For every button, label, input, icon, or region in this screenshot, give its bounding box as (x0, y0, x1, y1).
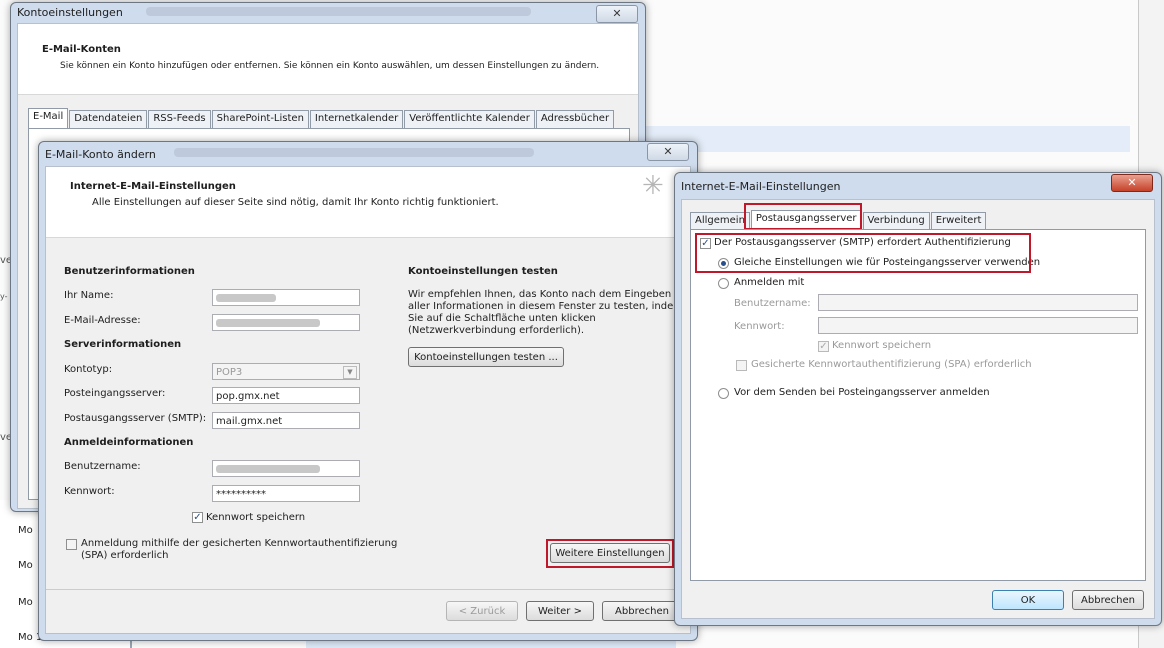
tab-sharepoint-listen[interactable]: SharePoint-Listen (211, 110, 309, 128)
divider (46, 589, 690, 590)
close-icon: ✕ (612, 7, 622, 20)
ok-button[interactable]: OK (992, 590, 1064, 610)
window-title-blurred (146, 7, 531, 16)
list-item[interactable]: Mo (18, 560, 33, 571)
account-type-select[interactable]: POP3 ▼ (212, 363, 360, 380)
incoming-server-value: pop.gmx.net (216, 391, 280, 402)
label-email: E-Mail-Adresse: (64, 315, 141, 326)
page-subheading: Alle Einstellungen auf dieser Seite sind… (92, 197, 499, 208)
highlight-box (744, 203, 862, 230)
wizard-wand-icon: ✳ (642, 171, 664, 201)
highlight-box (546, 539, 674, 568)
login-before-send-label: Vor dem Senden bei Posteingangsserver an… (734, 387, 990, 398)
section-server-info: Serverinformationen (64, 339, 182, 350)
remember-password-checkbox[interactable]: ✓ (192, 512, 203, 523)
login-with-label: Anmelden mit (734, 277, 805, 288)
close-button[interactable]: ✕ (1111, 174, 1153, 192)
background-selection-band (640, 126, 1130, 152)
close-icon: ✕ (1127, 176, 1137, 189)
section-heading: E-Mail-Konten (42, 44, 121, 55)
tab-rss-feeds[interactable]: RSS-Feeds (148, 110, 211, 128)
label-password: Kennwort: (64, 486, 115, 497)
account-type-value: POP3 (216, 367, 243, 378)
section-test-settings: Kontoeinstellungen testen (408, 266, 558, 277)
remember-password-checkbox[interactable]: ✓ (818, 341, 829, 352)
cancel-button[interactable]: Abbrechen (602, 601, 682, 621)
checkmark-icon: ✓ (193, 512, 202, 523)
outgoing-server-value: mail.gmx.net (216, 416, 283, 427)
spa-label-line1: Anmeldung mithilfe der gesicherten Kennw… (81, 538, 398, 549)
label-username: Benutzername: (64, 461, 141, 472)
tab-erweitert[interactable]: Erweitert (930, 212, 987, 230)
window-title: Internet-E-Mail-Einstellungen (681, 180, 841, 193)
close-icon: ✕ (663, 145, 673, 158)
test-text-line: aller Informationen in diesem Fenster zu… (408, 301, 683, 312)
next-button[interactable]: Weiter > (526, 601, 594, 621)
tab-allgemein[interactable]: Allgemein (690, 212, 750, 230)
tab-verbindung[interactable]: Verbindung (862, 212, 930, 230)
blurred-value (216, 465, 320, 473)
spa-label-line2: (SPA) erforderlich (81, 550, 169, 561)
blurred-value (216, 294, 276, 302)
label-password: Kennwort: (734, 321, 785, 332)
spa-checkbox[interactable] (736, 360, 747, 371)
test-settings-button[interactable]: Kontoeinstellungen testen ... (408, 347, 564, 367)
page-heading: Internet-E-Mail-Einstellungen (70, 181, 236, 192)
password-value: ********** (216, 489, 266, 500)
spa-checkbox[interactable] (66, 539, 77, 550)
test-text-line: Wir empfehlen Ihnen, das Konto nach dem … (408, 289, 672, 300)
section-description: Sie können ein Konto hinzufügen oder ent… (60, 61, 600, 71)
login-before-send-radio[interactable] (718, 388, 729, 399)
remember-password-label: Kennwort speichern (832, 340, 932, 351)
name-input[interactable] (212, 289, 360, 306)
username-input[interactable] (818, 294, 1138, 311)
internet-email-settings-window: Internet-E-Mail-Einstellungen ✕ Allgemei… (674, 172, 1162, 626)
incoming-server-input[interactable]: pop.gmx.net (212, 387, 360, 404)
password-input[interactable]: ********** (212, 485, 360, 502)
list-item[interactable]: Mo (18, 597, 33, 608)
tab-veroeffentlichte-kalender[interactable]: Veröffentlichte Kalender (404, 110, 535, 128)
close-button[interactable]: ✕ (647, 143, 689, 161)
list-item[interactable]: Mo (18, 525, 33, 536)
tab-email[interactable]: E-Mail (28, 108, 69, 129)
background-fragment: y- (0, 292, 8, 301)
window-title: E-Mail-Konto ändern (45, 148, 156, 161)
username-input[interactable] (212, 460, 360, 477)
chevron-down-icon: ▼ (343, 366, 357, 379)
login-with-radio[interactable] (718, 278, 729, 289)
tab-internetkalender[interactable]: Internetkalender (309, 110, 404, 128)
section-user-info: Benutzerinformationen (64, 266, 195, 277)
test-text-line: Sie auf die Schaltfläche unten klicken (408, 313, 596, 324)
tab-adressbuecher[interactable]: Adressbücher (535, 110, 615, 128)
section-login-info: Anmeldeinformationen (64, 437, 194, 448)
checkmark-icon: ✓ (819, 341, 828, 352)
remember-password-label: Kennwort speichern (206, 512, 306, 523)
window-title: Kontoeinstellungen (17, 6, 123, 19)
outgoing-server-input[interactable]: mail.gmx.net (212, 412, 360, 429)
label-incoming-server: Posteingangsserver: (64, 388, 166, 399)
blurred-value (216, 319, 320, 327)
back-button[interactable]: < Zurück (446, 601, 518, 621)
close-button[interactable]: ✕ (596, 5, 638, 23)
password-input[interactable] (818, 317, 1138, 334)
label-username: Benutzername: (734, 298, 811, 309)
window-title-blurred (174, 148, 534, 157)
change-account-window: E-Mail-Konto ändern ✕ Internet-E-Mail-Ei… (38, 141, 698, 641)
label-account-type: Kontotyp: (64, 364, 113, 375)
label-name: Ihr Name: (64, 290, 114, 301)
cancel-button[interactable]: Abbrechen (1072, 590, 1144, 610)
tab-datendateien[interactable]: Datendateien (69, 110, 148, 128)
spa-label: Gesicherte Kennwortauthentifizierung (SP… (751, 359, 1032, 370)
label-outgoing-server: Postausgangsserver (SMTP): (64, 413, 207, 424)
test-text-line: (Netzwerkverbindung erforderlich). (408, 325, 585, 336)
highlight-box (695, 233, 1031, 273)
email-input[interactable] (212, 314, 360, 331)
